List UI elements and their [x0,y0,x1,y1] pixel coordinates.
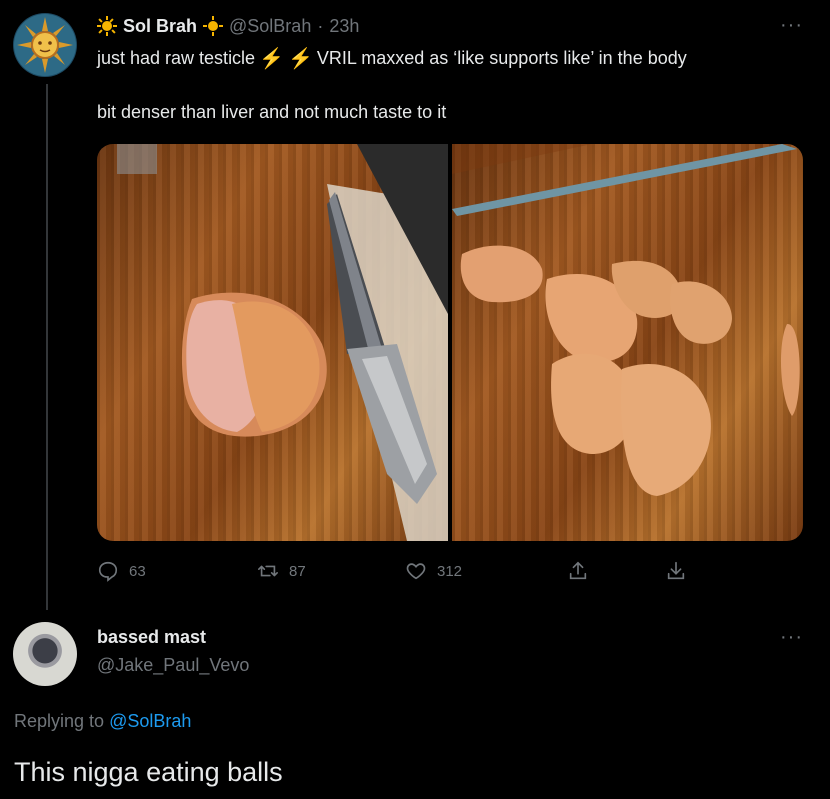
like-action[interactable]: 312 [405,560,462,582]
retweet-count: 87 [289,562,306,580]
share-icon [569,561,587,580]
sun-emoji-icon [203,16,224,36]
reply-author-avatar[interactable] [13,622,77,686]
reply-count: 63 [129,562,146,580]
lightning-emoji-icon: ⚡ [287,48,313,70]
thread-connector-line [46,84,48,610]
sun-emoji-icon [97,16,117,36]
replying-to-label: Replying to [14,711,105,731]
tweet-header: Sol Brah @SolBrah · 23h [97,13,359,39]
author-handle[interactable]: @SolBrah [229,16,311,37]
retweet-action[interactable]: 87 [257,560,306,582]
replying-to-handle-link[interactable]: @SolBrah [109,711,191,731]
reply-author-handle[interactable]: @Jake_Paul_Vevo [97,655,249,676]
more-options-icon[interactable]: ··· [780,626,803,649]
reply-icon [98,561,118,582]
tweet-text-part1: just had raw testicle [97,48,256,68]
reply-action[interactable]: 63 [97,560,146,582]
photo-1-illustration [117,144,448,541]
lightning-emoji-icon: ⚡ [259,48,284,70]
retweet-icon [258,565,278,577]
separator-dot: · [317,15,324,36]
tweet-photo-2[interactable] [452,144,803,541]
reply-text: This nigga eating balls [14,757,283,787]
tweet-text-line2: bit denser than liver and not much taste… [97,102,447,122]
sun-face-avatar-icon [14,14,76,76]
tweet-timestamp[interactable]: 23h [329,16,359,37]
tweet-media[interactable] [97,144,803,541]
tweet-text-part2: VRIL maxxed as ‘like supports like’ in t… [316,48,687,68]
heart-icon [406,563,426,580]
more-options-icon[interactable]: ··· [780,14,803,37]
replying-to-line: Replying to @SolBrah [14,711,191,732]
download-icon [667,561,685,580]
download-action[interactable] [665,560,687,582]
like-count: 312 [437,562,463,580]
author-avatar[interactable] [13,13,77,77]
tweet-actions: 63 87 312 [97,560,697,590]
reply-author-name[interactable]: bassed mast [97,627,206,648]
photo-2-illustration [452,144,800,496]
tweet-photo-1[interactable] [97,144,448,541]
author-name[interactable]: Sol Brah [123,16,197,37]
tweet-text-line1: just had raw testicle ⚡ ⚡ VRIL maxxed as… [97,46,687,71]
share-action[interactable] [567,560,589,582]
